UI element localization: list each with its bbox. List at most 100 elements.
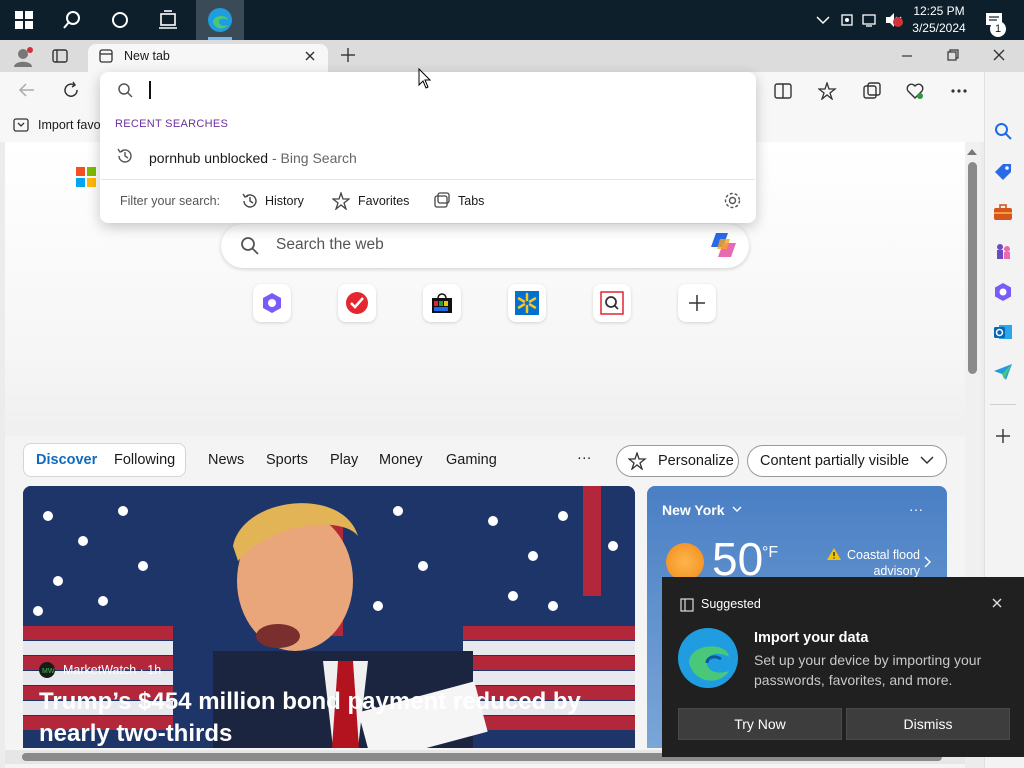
plus-icon [689,295,705,311]
try-now-button[interactable]: Try Now [678,708,842,740]
collections-icon [863,82,881,99]
quick-link-tile[interactable] [423,284,461,322]
star-icon [332,192,350,210]
notification-count-badge: 1 [990,21,1006,37]
new-tab-page-icon [99,49,113,63]
quick-link-tile[interactable] [593,284,631,322]
tab-actions-icon [52,49,68,63]
weather-more-button[interactable]: ··· [909,501,923,517]
sidebar-tools-button[interactable] [990,199,1016,225]
sidebar-microsoft365-button[interactable] [990,279,1016,305]
favorites-star-icon [818,82,837,100]
filter-history[interactable]: History [265,194,304,208]
chess-pieces-icon [997,244,1010,259]
tab-news[interactable]: News [208,452,244,468]
clock-date: 3/25/2024 [912,21,966,35]
close-tab-button[interactable] [303,49,319,65]
tab-sports[interactable]: Sports [266,452,308,468]
quick-link-tile[interactable] [508,284,546,322]
minimize-button[interactable] [900,48,918,66]
task-view-button[interactable] [144,0,192,40]
sidebar-outlook-button[interactable] [990,319,1016,345]
tab-play[interactable]: Play [330,452,358,468]
shopping-bag-icon [432,293,452,313]
network-button[interactable] [861,0,881,40]
history-icon [241,192,259,210]
weather-unit: °F [762,544,779,561]
weather-temperature: 50 [712,533,764,585]
sidebar-shopping-button[interactable] [990,159,1016,185]
tab-discover[interactable]: Discover [36,452,97,468]
sidebar-search-button[interactable] [990,118,1016,144]
walmart-spark-icon [515,291,539,315]
chevron-down-icon [732,505,742,513]
more-tabs-button[interactable]: ··· [577,450,592,466]
new-tab-button[interactable] [340,47,358,65]
vertical-scrollbar-thumb[interactable] [968,162,977,374]
quick-link-tile[interactable] [338,284,376,322]
settings-more-button[interactable] [950,82,970,102]
browser-essentials-button[interactable] [906,82,926,102]
notification-title: Suggested [701,597,761,611]
tab-gaming[interactable]: Gaming [446,452,497,468]
cortana-icon [112,12,128,28]
chevron-down-icon [920,455,934,465]
search-icon [117,82,135,100]
mouse-cursor-icon [418,68,432,90]
article-headline[interactable]: Trump’s $454 million bond payment reduce… [39,686,619,750]
sidebar-add-button[interactable] [990,423,1016,449]
close-icon [992,598,1002,608]
filter-favorites[interactable]: Favorites [358,194,409,208]
recent-search-text: pornhub unblocked - Bing Search [149,150,357,166]
gear-icon[interactable] [723,191,742,210]
address-input[interactable] [142,76,742,104]
source-logo-icon: MW [39,662,55,678]
restore-button[interactable] [946,48,964,66]
start-button[interactable] [0,0,48,40]
dropdown-divider [101,179,755,180]
sun-icon [666,543,704,581]
task-view-icon [159,10,177,29]
svg-text:MW: MW [42,668,55,675]
back-button[interactable] [18,81,38,101]
copilot-search-icon[interactable] [708,229,740,261]
taskbar-search-button[interactable] [48,0,96,40]
edge-taskbar-button[interactable] [196,0,244,40]
split-screen-button[interactable] [774,82,794,102]
more-horizontal-icon [951,89,967,93]
tray-device-button[interactable] [838,0,856,40]
edge-logo-icon [677,627,739,689]
show-hidden-icons-button[interactable] [814,0,832,40]
close-window-button[interactable] [992,48,1010,66]
filter-tabs[interactable]: Tabs [458,194,484,208]
microsoft365-icon [995,283,1011,301]
add-shortcut-button[interactable] [678,284,716,322]
sidebar-drop-button[interactable] [990,359,1016,385]
quick-link-tile[interactable] [253,284,291,322]
dismiss-button[interactable]: Dismiss [846,708,1010,740]
paper-plane-icon [994,364,1012,380]
web-search-placeholder: Search the web [276,236,384,253]
sidebar-games-button[interactable] [990,239,1016,265]
collections-button[interactable] [863,82,883,102]
recent-searches-label: RECENT SEARCHES [115,118,229,130]
clock[interactable]: 12:25 PM 3/25/2024 [900,3,978,37]
weather-city[interactable]: New York [662,502,725,518]
warning-icon [826,547,842,561]
profile-button[interactable] [12,46,34,68]
notification-body: Set up your device by importing your pas… [754,652,982,688]
microsoft-logo-icon [76,167,96,187]
plus-icon [996,429,1010,443]
edge-icon [208,8,232,32]
tab-money[interactable]: Money [379,452,423,468]
tab-actions-button[interactable] [51,47,71,67]
import-favorites-link[interactable]: Import favo [38,118,101,132]
cortana-button[interactable] [96,0,144,40]
favorites-button[interactable] [818,82,838,102]
refresh-button[interactable] [62,81,82,101]
weather-alert[interactable]: Coastal flood advisory [845,547,920,579]
notification-close-button[interactable] [990,596,1006,612]
tab-following[interactable]: Following [114,452,175,468]
scroll-up-arrow-icon[interactable] [966,148,978,156]
tab-title: New tab [124,49,170,63]
